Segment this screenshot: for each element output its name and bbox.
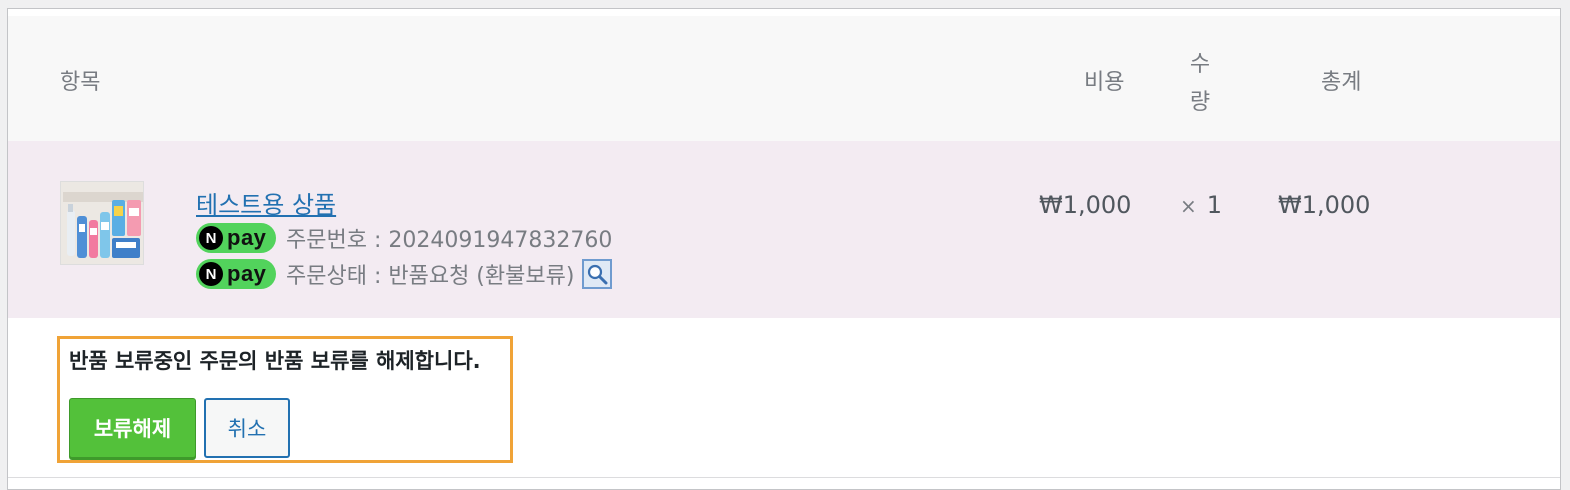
table-row: 테스트용 상품 N pay 주문번호 : 2024091947832760 N … [8, 141, 1560, 318]
header-quantity-line2: 량 [1189, 90, 1211, 115]
order-status: 주문상태 : 반품요청 (환불보류) [286, 264, 575, 289]
header-item: 항목 [60, 70, 101, 95]
npay-text: pay [227, 225, 267, 250]
release-hold-panel: 반품 보류중인 주문의 반품 보류를 해제합니다. 보류해제 취소 [57, 336, 513, 463]
quantity-value: 1 [1206, 191, 1223, 219]
order-status-lookup-button[interactable] [582, 259, 613, 289]
top-strip [8, 9, 1560, 16]
divider [8, 477, 1560, 478]
item-cost: ₩1,000 [1039, 191, 1132, 219]
product-thumbnail[interactable] [60, 181, 144, 265]
order-items-panel: 항목 비용 수 량 총계 테스트용 상품 N pay 주문번호: 202409… [7, 8, 1561, 490]
order-status-line: N pay 주문상태 : 반품요청 (환불보류) [196, 259, 613, 289]
table-header: 항목 비용 수 량 총계 [8, 16, 1560, 141]
header-total: 총계 [1321, 70, 1362, 95]
header-quantity-line1: 수 [1189, 52, 1211, 77]
header-quantity: 수 량 [1188, 46, 1212, 122]
npay-logo: N pay [196, 259, 276, 289]
order-number: 주문번호 : 2024091947832760 [286, 228, 613, 253]
cancel-button[interactable]: 취소 [204, 398, 290, 458]
npay-n-icon: N [199, 262, 223, 286]
times-icon: × [1180, 194, 1197, 218]
item-total: ₩1,000 [1278, 191, 1371, 219]
product-name-link[interactable]: 테스트용 상품 [196, 185, 336, 220]
npay-n-icon: N [199, 226, 223, 250]
release-hold-message: 반품 보류중인 주문의 반품 보류를 해제합니다. [69, 349, 481, 373]
npay-text: pay [227, 261, 267, 286]
magnifier-icon [588, 264, 608, 285]
header-cost: 비용 [1084, 70, 1125, 95]
item-quantity: × 1 [1180, 191, 1222, 219]
release-hold-button[interactable]: 보류해제 [69, 398, 196, 458]
npay-logo: N pay [196, 223, 276, 253]
order-number-line: N pay 주문번호 : 2024091947832760 [196, 223, 612, 253]
